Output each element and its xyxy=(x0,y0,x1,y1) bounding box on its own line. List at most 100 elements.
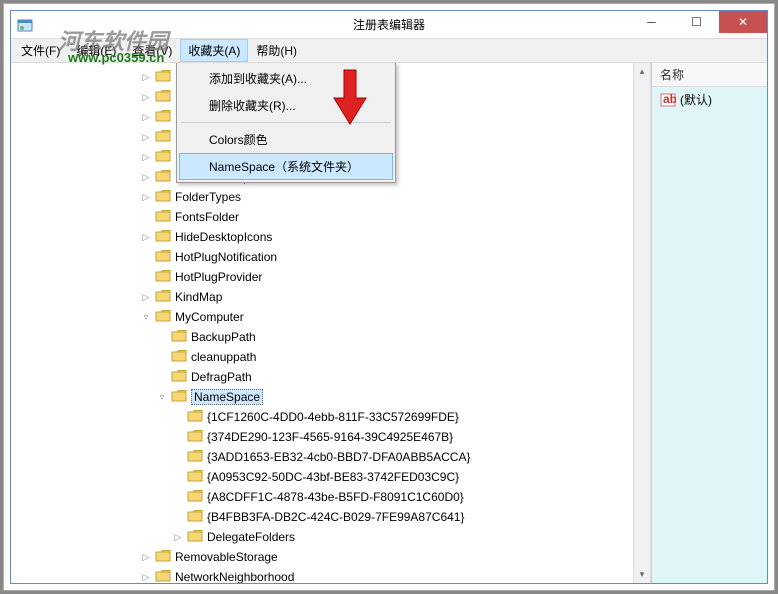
tree-node[interactable]: ▿ NameSpace xyxy=(11,387,650,407)
folder-icon xyxy=(155,269,175,286)
tree-node-label: DefragPath xyxy=(191,370,252,384)
close-button[interactable]: ✕ xyxy=(719,11,767,33)
tree-expander-icon[interactable]: ▷ xyxy=(139,230,153,244)
folder-icon xyxy=(155,149,175,166)
tree-expander-icon[interactable]: ▷ xyxy=(139,110,153,124)
maximize-button[interactable]: ☐ xyxy=(674,11,719,33)
tree-expander-icon[interactable]: ▷ xyxy=(139,90,153,104)
folder-icon xyxy=(155,169,175,186)
value-name: (默认) xyxy=(680,91,712,108)
tree-expander-icon[interactable]: ▷ xyxy=(139,150,153,164)
menu-view[interactable]: 查看(V) xyxy=(124,39,180,62)
folder-icon xyxy=(171,389,191,406)
tree-node-label: HotPlugNotification xyxy=(175,250,277,264)
tree-node[interactable]: ▷HotPlugNotification xyxy=(11,247,650,267)
tree-expander-icon[interactable]: ▷ xyxy=(171,530,185,544)
folder-icon xyxy=(155,569,175,584)
dropdown-namespace[interactable]: NameSpace（系统文件夹） xyxy=(179,153,393,180)
tree-node[interactable]: ▷HotPlugProvider xyxy=(11,267,650,287)
folder-icon xyxy=(155,309,175,326)
folder-icon xyxy=(155,209,175,226)
tree-expander-icon[interactable]: ▷ xyxy=(139,170,153,184)
tree-node-label: {3ADD1653-EB32-4cb0-BBD7-DFA0ABB5ACCA} xyxy=(207,450,470,464)
tree-node[interactable]: ▷BackupPath xyxy=(11,327,650,347)
minimize-button[interactable]: ─ xyxy=(629,11,674,33)
folder-icon xyxy=(171,369,191,386)
folder-icon xyxy=(155,109,175,126)
tree-node-label: FontsFolder xyxy=(175,210,239,224)
scroll-down-button[interactable]: ▾ xyxy=(634,566,651,583)
tree-node-label: NameSpace xyxy=(191,389,263,405)
svg-text:ab: ab xyxy=(663,92,676,106)
tree-node[interactable]: ▷{A8CDFF1C-4878-43be-B5FD-F8091C1C60D0} xyxy=(11,487,650,507)
tree-expander-icon[interactable]: ▷ xyxy=(139,570,153,583)
tree-node-label: {A8CDFF1C-4878-43be-B5FD-F8091C1C60D0} xyxy=(207,490,464,504)
tree-node[interactable]: ▷cleanuppath xyxy=(11,347,650,367)
tree-node[interactable]: ▷ KindMap xyxy=(11,287,650,307)
tree-node[interactable]: ▷ NetworkNeighborhood xyxy=(11,567,650,583)
outer-frame: 注册表编辑器 ─ ☐ ✕ 文件(F) 编辑(E) 查看(V) 收藏夹(A) 帮助… xyxy=(3,3,775,591)
tree-node-label: cleanuppath xyxy=(191,350,256,364)
tree-expander-icon[interactable]: ▷ xyxy=(139,550,153,564)
tree-scrollbar[interactable]: ▴ ▾ xyxy=(633,63,650,583)
tree-expander-icon[interactable]: ▿ xyxy=(139,310,153,324)
tree-node-label: KindMap xyxy=(175,290,222,304)
folder-icon xyxy=(187,409,207,426)
tree-node-label: {374DE290-123F-4565-9164-39C4925E467B} xyxy=(207,430,453,444)
folder-icon xyxy=(155,289,175,306)
tree-node[interactable]: ▷{374DE290-123F-4565-9164-39C4925E467B} xyxy=(11,427,650,447)
menu-help[interactable]: 帮助(H) xyxy=(248,39,305,62)
menu-favorites[interactable]: 收藏夹(A) xyxy=(180,39,248,62)
menubar: 文件(F) 编辑(E) 查看(V) 收藏夹(A) 帮助(H) xyxy=(11,39,767,63)
app-icon xyxy=(17,17,33,33)
string-value-icon: ab xyxy=(660,92,676,108)
tree-node-label: DelegateFolders xyxy=(207,530,295,544)
tree-node[interactable]: ▷ FolderTypes xyxy=(11,187,650,207)
tree-node-label: RemovableStorage xyxy=(175,550,278,564)
folder-icon xyxy=(155,549,175,566)
folder-icon xyxy=(187,489,207,506)
tree-node-label: {B4FBB3FA-DB2C-424C-B029-7FE99A87C641} xyxy=(207,510,464,524)
window-title: 注册表编辑器 xyxy=(353,16,425,33)
tree-node[interactable]: ▷DefragPath xyxy=(11,367,650,387)
annotation-arrow-icon xyxy=(330,68,370,128)
tree-expander-icon[interactable]: ▷ xyxy=(139,70,153,84)
registry-editor-window: 注册表编辑器 ─ ☐ ✕ 文件(F) 编辑(E) 查看(V) 收藏夹(A) 帮助… xyxy=(10,10,768,584)
folder-icon xyxy=(155,229,175,246)
tree-node-label: BackupPath xyxy=(191,330,256,344)
tree-node[interactable]: ▷ RemovableStorage xyxy=(11,547,650,567)
folder-icon xyxy=(155,189,175,206)
menu-edit[interactable]: 编辑(E) xyxy=(68,39,124,62)
scroll-up-button[interactable]: ▴ xyxy=(634,63,651,80)
tree-node[interactable]: ▷HideDesktopIcons xyxy=(11,227,650,247)
tree-node[interactable]: ▷{A0953C92-50DC-43bf-BE83-3742FED03C9C} xyxy=(11,467,650,487)
folder-icon xyxy=(155,249,175,266)
content-area: ▷▷▷▷▷▷FolderDescriptions▷FolderTypes▷Fon… xyxy=(11,63,767,583)
tree-expander-icon[interactable]: ▿ xyxy=(155,390,169,404)
folder-icon xyxy=(155,129,175,146)
folder-icon xyxy=(187,509,207,526)
tree-node[interactable]: ▷FontsFolder xyxy=(11,207,650,227)
tree-node-label: {A0953C92-50DC-43bf-BE83-3742FED03C9C} xyxy=(207,470,459,484)
value-row[interactable]: ab (默认) xyxy=(652,87,767,112)
tree-node-label: {1CF1260C-4DD0-4ebb-811F-33C572699FDE} xyxy=(207,410,459,424)
folder-icon xyxy=(187,429,207,446)
tree-expander-icon[interactable]: ▷ xyxy=(139,130,153,144)
menu-file[interactable]: 文件(F) xyxy=(13,39,68,62)
titlebar: 注册表编辑器 ─ ☐ ✕ xyxy=(11,11,767,39)
tree-node[interactable]: ▷{3ADD1653-EB32-4cb0-BBD7-DFA0ABB5ACCA} xyxy=(11,447,650,467)
tree-node[interactable]: ▿ MyComputer xyxy=(11,307,650,327)
window-controls: ─ ☐ ✕ xyxy=(629,11,767,38)
tree-node-label: NetworkNeighborhood xyxy=(175,570,294,583)
tree-node[interactable]: ▷{1CF1260C-4DD0-4ebb-811F-33C572699FDE} xyxy=(11,407,650,427)
folder-icon xyxy=(155,69,175,86)
tree-node-label: MyComputer xyxy=(175,310,244,324)
folder-icon xyxy=(171,349,191,366)
tree-expander-icon[interactable]: ▷ xyxy=(139,290,153,304)
tree-node[interactable]: ▷{B4FBB3FA-DB2C-424C-B029-7FE99A87C641} xyxy=(11,507,650,527)
tree-node[interactable]: ▷ DelegateFolders xyxy=(11,527,650,547)
column-header-name[interactable]: 名称 xyxy=(652,63,767,87)
dropdown-colors[interactable]: Colors颜色 xyxy=(179,126,393,153)
tree-expander-icon[interactable]: ▷ xyxy=(139,190,153,204)
tree-node-label: FolderTypes xyxy=(175,190,241,204)
